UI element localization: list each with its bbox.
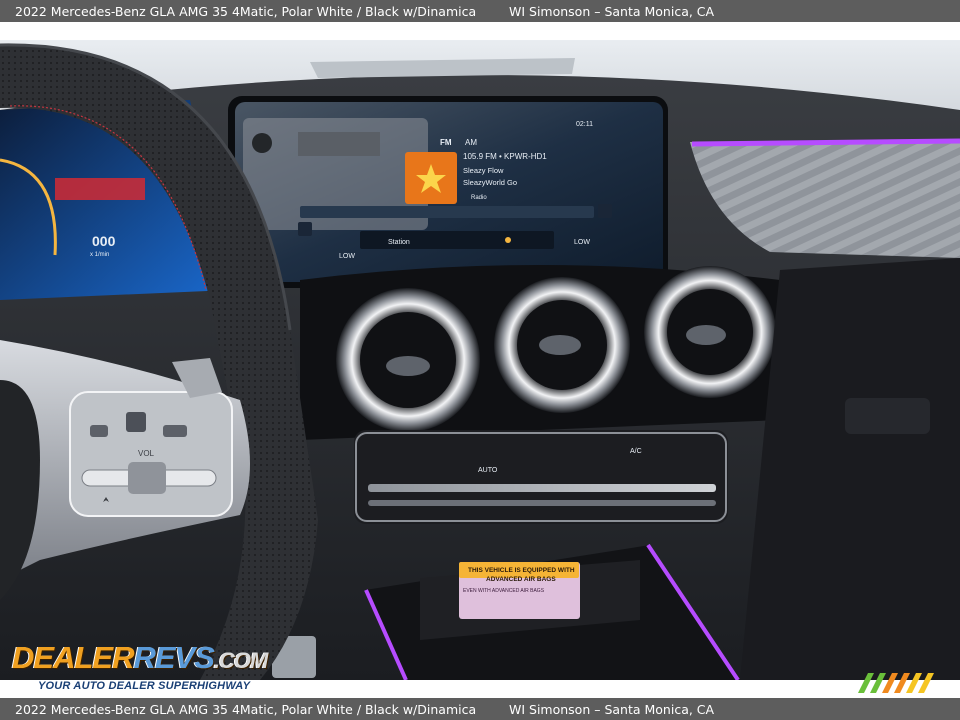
low-label-left: LOW <box>339 253 355 260</box>
low-label-right: LOW <box>574 239 590 246</box>
air-vent-center[interactable] <box>494 277 630 413</box>
sound-icon[interactable] <box>505 237 511 243</box>
caption-vehicle: 2022 Mercedes-Benz GLA AMG 35 4Matic, Po… <box>15 3 477 19</box>
caption-vehicle-bottom: 2022 Mercedes-Benz GLA AMG 35 4Matic, Po… <box>15 701 477 717</box>
airbag-line-2: ADVANCED AIR BAGS <box>486 576 556 583</box>
caption-bar-top: 2022 Mercedes-Benz GLA AMG 35 4Matic, Po… <box>0 0 960 22</box>
home-button[interactable] <box>90 425 108 437</box>
rpm-readout: 000 <box>92 233 116 249</box>
back-button[interactable] <box>163 425 187 437</box>
radio-tag: Radio <box>471 195 487 201</box>
vol-label: VOL <box>138 449 155 458</box>
volume-slider[interactable] <box>128 462 166 494</box>
logo-part-dealer: DEALER <box>12 640 134 675</box>
track-title: Sleazy Flow <box>463 166 504 175</box>
auto-button[interactable]: AUTO <box>478 467 498 474</box>
clock: 02:11 <box>576 121 593 128</box>
ac-button[interactable]: A/C <box>630 448 642 455</box>
logo-part-com: .COM <box>213 648 268 673</box>
air-vent-right[interactable] <box>644 266 776 398</box>
caption-dealer-bottom: WI Simonson – Santa Monica, CA <box>509 701 715 717</box>
car-interior-photo: 000 x 1/min FM AM 02:11 105.9 FM • KPWR-… <box>0 40 960 680</box>
logo-part-revs: REVS <box>133 640 214 675</box>
next-arrow-icon[interactable] <box>598 204 612 218</box>
touch-control-button[interactable] <box>126 412 146 432</box>
prev-arrow-icon[interactable] <box>298 222 312 236</box>
airbag-line-1: THIS VEHICLE IS EQUIPPED WITH <box>468 567 575 574</box>
band-fm[interactable]: FM <box>440 138 452 147</box>
dealerrevs-tagline: YOUR AUTO DEALER SUPERHIGHWAY <box>38 680 251 692</box>
caption-dealer: WI Simonson – Santa Monica, CA <box>509 3 715 19</box>
frequency-bar[interactable] <box>300 206 594 218</box>
airbag-warning-label: THIS VEHICLE IS EQUIPPED WITH ADVANCED A… <box>459 562 580 619</box>
caption-bar-bottom: 2022 Mercedes-Benz GLA AMG 35 4Matic, Po… <box>0 698 960 720</box>
band-am[interactable]: AM <box>465 138 477 147</box>
air-vent-left[interactable] <box>336 288 480 432</box>
track-artist: SleazyWorld Go <box>463 178 517 187</box>
station-button[interactable]: Station <box>388 239 410 246</box>
airbag-line-3: EVEN WITH ADVANCED AIR BAGS <box>463 588 545 594</box>
station-name: 105.9 FM • KPWR-HD1 <box>463 152 547 161</box>
stripes-logo <box>858 673 934 693</box>
rpm-unit: x 1/min <box>90 252 109 258</box>
dealerrevs-logo: DEALERREVS.COM <box>12 640 268 676</box>
